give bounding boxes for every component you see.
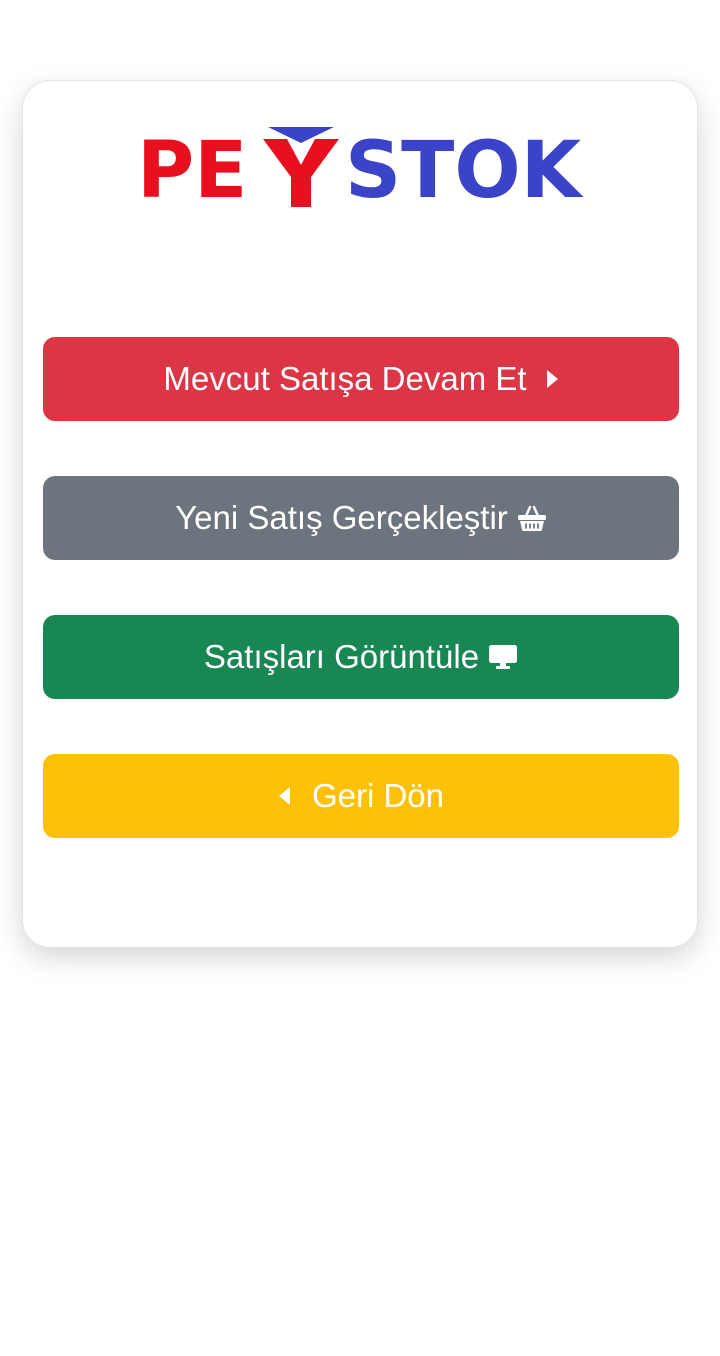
logo-y-mark (263, 127, 339, 207)
continue-sale-button[interactable]: Mevcut Satışa Devam Et (43, 337, 679, 421)
go-back-label: Geri Dön (311, 777, 445, 814)
menu-card: PE STOK Mevcut Satışa Devam Et Yeni Satı… (22, 80, 698, 948)
peystok-logo: PE STOK (137, 125, 585, 209)
caret-left-icon (278, 786, 292, 806)
new-sale-button[interactable]: Yeni Satış Gerçekleştir (43, 476, 679, 560)
view-sales-label: Satışları Görüntüle (203, 638, 480, 675)
basket-icon (517, 504, 547, 532)
logo-text-pe: PE (137, 126, 247, 209)
continue-sale-label: Mevcut Satışa Devam Et (163, 360, 527, 397)
desktop-icon (488, 644, 518, 670)
go-back-button[interactable]: Geri Dön (43, 754, 679, 838)
new-sale-label: Yeni Satış Gerçekleştir (175, 499, 508, 536)
caret-right-icon (545, 369, 559, 389)
view-sales-button[interactable]: Satışları Görüntüle (43, 615, 679, 699)
logo-text-stok: STOK (345, 126, 584, 209)
